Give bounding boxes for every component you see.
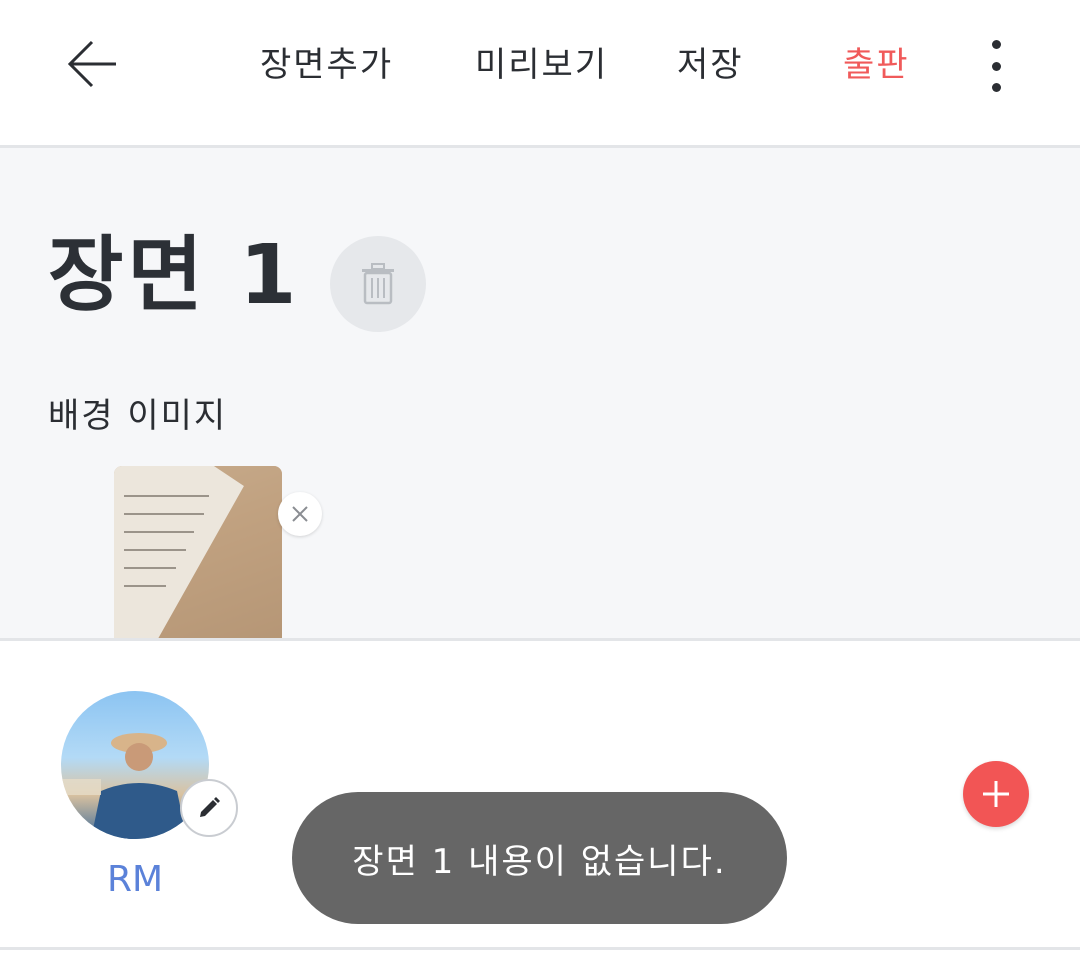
- plus-icon: [983, 781, 1009, 807]
- preview-button[interactable]: 미리보기: [475, 40, 608, 90]
- add-character-button[interactable]: [963, 761, 1029, 827]
- back-button[interactable]: [60, 32, 124, 96]
- remove-background-button[interactable]: [278, 492, 322, 536]
- save-button[interactable]: 저장: [677, 40, 744, 90]
- edit-character-button[interactable]: [180, 779, 238, 837]
- toast-message: 장면 1 내용이 없습니다.: [292, 792, 787, 924]
- add-scene-button[interactable]: 장면추가: [260, 40, 393, 90]
- book-page-image: [114, 466, 282, 638]
- trash-icon: [362, 263, 394, 305]
- character-name: RM: [106, 859, 164, 900]
- scene-title: 장면 1: [48, 228, 301, 323]
- delete-scene-button[interactable]: [330, 236, 426, 332]
- more-vertical-icon: [991, 40, 1001, 49]
- divider: [0, 947, 1080, 950]
- background-image-thumbnail[interactable]: [114, 466, 282, 638]
- publish-button[interactable]: 출판: [843, 40, 910, 90]
- close-icon: [292, 506, 308, 522]
- scene-editor-panel: 장면 1 배경 이미지: [0, 148, 1080, 638]
- background-image-label: 배경 이미지: [48, 396, 228, 436]
- pencil-icon: [200, 797, 220, 817]
- top-app-bar: 장면추가 미리보기 저장 출판: [0, 0, 1080, 148]
- more-options-button[interactable]: [972, 34, 1020, 98]
- arrow-left-icon: [67, 40, 116, 88]
